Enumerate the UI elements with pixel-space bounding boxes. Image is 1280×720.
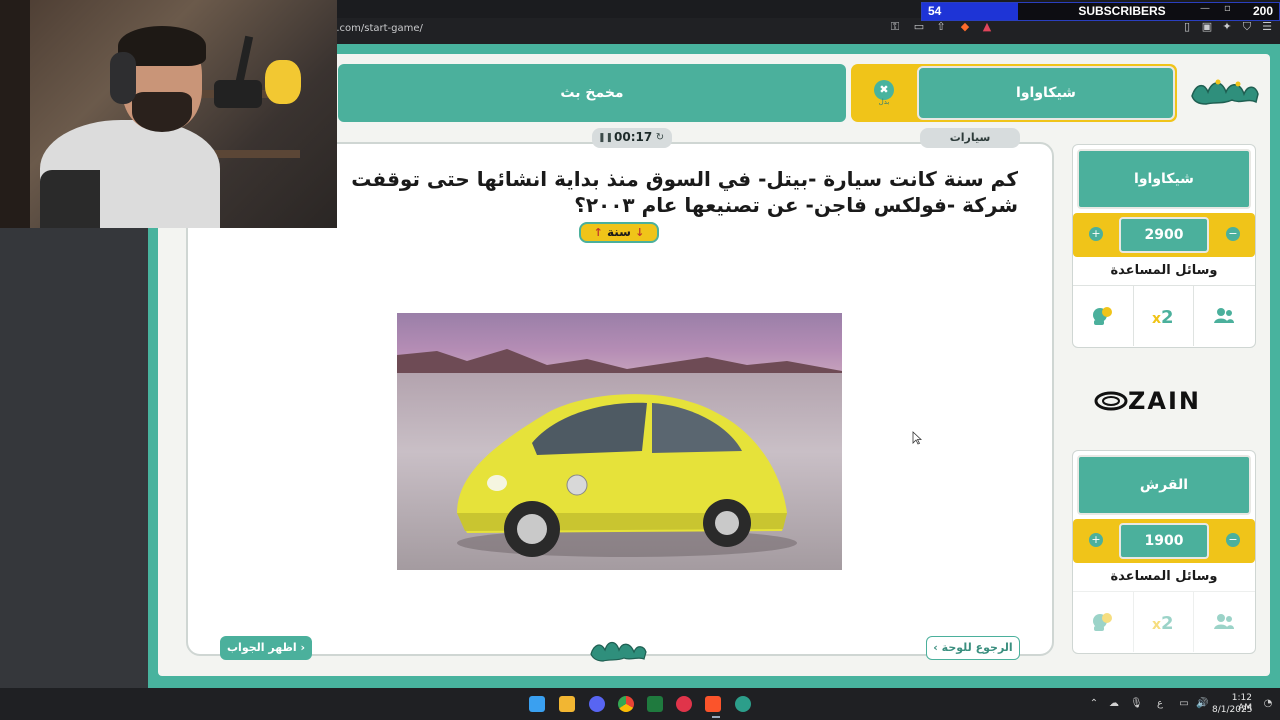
team2-help-row: x2: [1073, 591, 1255, 652]
cam-person-beard: [132, 92, 192, 132]
language-indicator[interactable]: ع: [1154, 698, 1166, 710]
timer: ❚❚ 00:17 ↻: [592, 128, 672, 148]
cam-door: [0, 0, 30, 228]
yellow-car-icon: [457, 394, 797, 557]
question-text: كم سنة كانت سيارة -بيتل- في السوق منذ بد…: [351, 167, 1018, 217]
windows-start-icon[interactable]: [529, 696, 545, 712]
game-logo-icon: [1191, 79, 1259, 105]
team2-name: القرش: [1139, 477, 1189, 493]
subscriber-goal: 200: [1252, 4, 1273, 18]
arrow-down-icon: ↓: [635, 226, 645, 239]
team1-minus-button[interactable]: −: [1226, 227, 1240, 241]
swap-icon[interactable]: ✖: [874, 80, 894, 100]
team1-help-call-icon[interactable]: [1073, 286, 1133, 346]
team1-double-points-icon[interactable]: x2: [1133, 286, 1193, 346]
microphone-icon: [214, 80, 262, 108]
team2-name-button[interactable]: القرش: [1077, 455, 1251, 515]
svg-text:2: 2: [1161, 613, 1174, 633]
webcam-overlay: [0, 0, 337, 228]
answer-type-badge: ↑ سنة ↓: [579, 222, 659, 243]
sponsor-name: ZAIN: [1128, 387, 1201, 415]
headphone-icon: [110, 52, 136, 104]
question-image: [397, 313, 842, 570]
mic-arm: [234, 35, 254, 87]
subscriber-goal-bar: 54 SUBSCRIBERS 200 — ▫: [921, 2, 1280, 21]
team2-minus-button[interactable]: −: [1226, 533, 1240, 547]
minimize-icon: —: [1200, 3, 1210, 14]
team2-double-points-icon[interactable]: x2: [1133, 592, 1193, 652]
share-icon[interactable]: ⇧: [934, 20, 948, 34]
tray-mic-icon[interactable]: 🎙: [1130, 698, 1143, 710]
svg-text:2: 2: [1161, 307, 1174, 327]
swap-label: بدل: [878, 98, 890, 106]
svg-text:x: x: [1152, 311, 1161, 327]
brave-shield-icon[interactable]: ◆: [958, 20, 972, 34]
answer-type-label: سنة: [607, 225, 631, 239]
network-icon[interactable]: ▭: [1178, 698, 1190, 710]
sponsor-logo: ZAIN: [1094, 386, 1234, 416]
team2-help-call-icon[interactable]: [1073, 592, 1133, 652]
team2-help-title: وسائل المساعدة: [1110, 569, 1218, 584]
team1-group-icon[interactable]: [1193, 286, 1253, 346]
file-explorer-icon[interactable]: [559, 696, 575, 712]
subscriber-count: 54: [928, 4, 942, 18]
menu-icon[interactable]: ☰: [1260, 20, 1274, 34]
notification-icon[interactable]: ◔: [1262, 698, 1274, 710]
volume-icon[interactable]: 🔊: [1196, 698, 1208, 710]
team2-card: القرش + 1900 − وسائل المساعدة x2: [1072, 450, 1256, 654]
team1-name: شيكاواوا: [1134, 171, 1194, 187]
mouse-cursor-icon: [912, 431, 922, 445]
team1-plus-button[interactable]: +: [1089, 227, 1103, 241]
team2-header-pill[interactable]: مخمخ بث: [338, 64, 846, 122]
team2-score-row: + 1900 −: [1073, 519, 1255, 563]
plush-toy: [265, 60, 301, 104]
pause-icon[interactable]: ❚❚: [598, 132, 613, 144]
team2-group-icon[interactable]: [1193, 592, 1253, 652]
clock-date[interactable]: 8/1/2025: [1212, 705, 1252, 715]
spreadsheet-icon[interactable]: [647, 696, 663, 712]
discord-icon[interactable]: [589, 696, 605, 712]
extensions-icon[interactable]: ✦: [1220, 20, 1234, 34]
arrow-up-icon: ↑: [593, 226, 603, 239]
team1-name-button[interactable]: شيكاواوا: [1077, 149, 1251, 209]
tray-chevron-icon[interactable]: ⌃: [1088, 698, 1100, 710]
team2-score: 1900: [1119, 523, 1209, 559]
team1-header-name: شيكاواوا: [1016, 85, 1076, 101]
timer-value: 00:17: [614, 130, 653, 144]
screen-share-icon[interactable]: ▭: [912, 20, 926, 34]
team1-score-row: + 2900 −: [1073, 213, 1255, 257]
team1-help-row: x2: [1073, 285, 1255, 346]
wallet-icon[interactable]: ▣: [1200, 20, 1214, 34]
team1-help-title: وسائل المساعدة: [1110, 263, 1218, 278]
sidebar-icon[interactable]: ▯: [1180, 20, 1194, 34]
active-app-indicator: [712, 716, 720, 718]
reset-icon[interactable]: ↻: [654, 132, 666, 144]
subscriber-label: SUBSCRIBERS: [1078, 4, 1166, 18]
key-icon[interactable]: ⚿: [888, 20, 902, 34]
zain-swirl-icon: [1094, 391, 1128, 411]
chrome-icon[interactable]: [618, 696, 634, 712]
game-logo-small-icon: [590, 641, 647, 662]
restore-icon: ▫: [1224, 3, 1231, 14]
cam-person-sleeve: [40, 170, 100, 228]
category-label: سيارات: [920, 128, 1020, 148]
brave-browser-icon[interactable]: [705, 696, 721, 712]
globe-app-icon[interactable]: [735, 696, 751, 712]
svg-text:x: x: [1152, 617, 1161, 633]
team2-header-name: مخمخ بث: [560, 85, 624, 101]
address-bar[interactable]: n.com/start-game/: [330, 20, 890, 38]
app-red-icon[interactable]: [676, 696, 692, 712]
vpn-icon[interactable]: ⛉: [1240, 20, 1254, 34]
rewards-icon[interactable]: ▲: [980, 20, 994, 34]
team2-plus-button[interactable]: +: [1089, 533, 1103, 547]
team1-score: 2900: [1119, 217, 1209, 253]
show-answer-button[interactable]: اظهر الجواب ›: [220, 636, 312, 660]
team1-card: شيكاواوا + 2900 − وسائل المساعدة x2: [1072, 144, 1256, 348]
cloud-icon[interactable]: ☁: [1108, 698, 1120, 710]
team1-header-pill[interactable]: شيكاواوا: [917, 66, 1175, 120]
back-to-board-button[interactable]: ‹ الرجوع للوحة: [926, 636, 1020, 660]
